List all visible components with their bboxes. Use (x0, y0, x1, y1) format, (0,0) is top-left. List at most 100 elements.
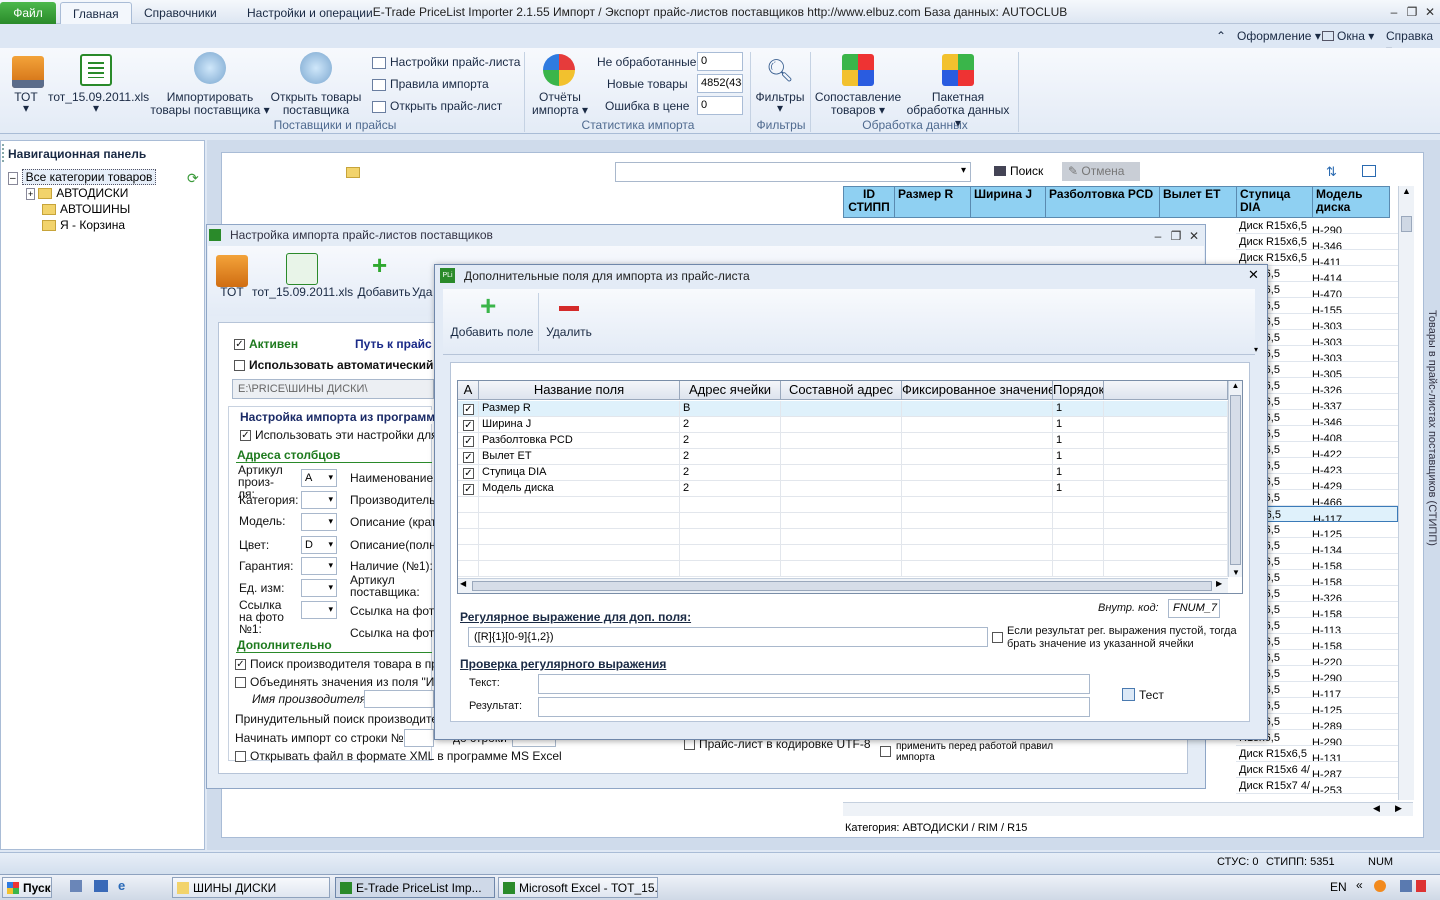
file-button[interactable]: тот_15.09.2011.xls (252, 286, 353, 299)
close-button[interactable]: ✕ (1422, 4, 1438, 20)
grid-row[interactable]: ✓ Вылет ET 2 1 (458, 449, 1228, 465)
scroll-down-icon[interactable]: ▼ (1229, 568, 1243, 577)
col-width-j[interactable]: Ширина J (970, 186, 1046, 218)
col-a[interactable]: A (458, 381, 479, 400)
grid-row[interactable]: ✓ Разболтовка PCD 2 1 (458, 433, 1228, 449)
table-row[interactable]: Диск R15x6,5 H-131 (1236, 746, 1398, 762)
grid-vertical-scrollbar[interactable]: ▲ ▼ (1228, 381, 1242, 577)
regex-field[interactable]: ([R]{1}[0-9]{1,2}) (468, 627, 988, 647)
grid-row[interactable] (458, 561, 1228, 577)
open-goods-button[interactable]: Открыть товары поставщика (268, 91, 364, 117)
add-field-button[interactable]: Добавить поле (449, 326, 535, 339)
search-combo[interactable]: ▾ (615, 162, 971, 182)
grid-row[interactable]: ✓ Ширина J2 1 (458, 417, 1228, 433)
use-these-checkbox[interactable]: ✓ Использовать эти настройки для в (240, 428, 447, 442)
table-row[interactable]: Диск R15x6,5 H-346 (1236, 234, 1398, 250)
collapse-icon[interactable]: – (8, 172, 18, 185)
active-checkbox[interactable]: ✓ Активен (234, 337, 298, 351)
desktop-icon[interactable] (94, 880, 108, 892)
cell-check[interactable]: ✓ (458, 449, 479, 465)
quicklaunch-icon[interactable] (70, 880, 82, 892)
cell-check[interactable]: ✓ (458, 433, 479, 449)
checkbox-checked[interactable]: ✓ (463, 467, 474, 479)
checkbox-checked[interactable]: ✓ (463, 483, 474, 495)
checkbox-checked[interactable]: ✓ (463, 435, 474, 447)
chevron-down-icon[interactable]: ▾ (961, 165, 966, 176)
col-et[interactable]: Вылет ET (1159, 186, 1237, 218)
cell-check[interactable] (458, 529, 479, 545)
path-field[interactable]: E:\PRICE\ШИНЫ ДИСКИ\ (232, 379, 434, 399)
tab-refs[interactable]: Справочники (132, 2, 229, 24)
horizontal-scrollbar[interactable]: ◀ ▶ (843, 802, 1413, 816)
col-dia[interactable]: Ступица DIA (1236, 186, 1313, 218)
use-auto-checkbox[interactable]: Использовать автоматический (234, 358, 433, 372)
delete-button[interactable]: Уда (412, 286, 432, 299)
cell-check[interactable]: ✓ (458, 417, 479, 433)
merge-values-checkbox[interactable]: Объединять значения из поля "Имя (235, 675, 449, 689)
unit-select[interactable]: ▾ (301, 579, 337, 597)
col-model[interactable]: Модель диска (1312, 186, 1390, 218)
cell-check[interactable] (458, 561, 479, 577)
cell-check[interactable]: ✓ (458, 481, 479, 497)
grid-row[interactable]: ✓ Ступица DIA 2 1 (458, 465, 1228, 481)
scroll-thumb[interactable] (1401, 216, 1412, 232)
col-size-r[interactable]: Размер R (894, 186, 971, 218)
scroll-left-icon[interactable]: ◀ (460, 579, 466, 588)
pricelist-settings-button[interactable]: Настройки прайс-листа (372, 55, 520, 69)
tree-item-cart[interactable]: Я - Корзина (42, 218, 125, 232)
checkbox-checked[interactable]: ✓ (463, 403, 474, 415)
maximize-button[interactable]: ❐ (1404, 4, 1420, 20)
ie-icon[interactable]: e (118, 878, 125, 893)
expand-icon[interactable]: + (26, 188, 36, 200)
col-id-stipp[interactable]: ID СТИПП (843, 186, 895, 218)
search-maker-checkbox[interactable]: ✓ Поиск производителя товара в прай (235, 657, 451, 671)
checkbox-checked[interactable]: ✓ (463, 451, 474, 463)
maximize-button[interactable]: ❐ (1168, 228, 1184, 244)
scroll-thumb[interactable] (1230, 395, 1241, 565)
dialog-close-icon[interactable]: ✕ (1248, 267, 1259, 283)
test-button[interactable]: Тест (1122, 688, 1164, 702)
category-select[interactable]: ▾ (301, 491, 337, 509)
minimize-button[interactable]: – (1386, 4, 1402, 20)
close-button[interactable]: ✕ (1186, 228, 1202, 244)
col-field-name[interactable]: Название поля (479, 381, 680, 400)
maker-name-field[interactable] (364, 690, 434, 708)
vertical-scrollbar[interactable]: ▲ (1398, 186, 1414, 800)
tree-item-autoshiny[interactable]: АВТОШИНЫ (42, 202, 130, 216)
table-row[interactable]: Диск R15x6,5 H-290 (1236, 218, 1398, 234)
table-row[interactable]: Диск R15x6 4/H-287 (1236, 762, 1398, 778)
start-button[interactable]: Пуск (2, 877, 52, 898)
language-indicator[interactable]: EN (1330, 880, 1347, 894)
cell-check[interactable] (458, 497, 479, 513)
folder-open-icon[interactable] (346, 165, 364, 179)
scroll-up-icon[interactable]: ▲ (1229, 381, 1242, 390)
export-icon[interactable]: ⇅ (1326, 164, 1337, 180)
photo-link-select[interactable]: ▾ (301, 601, 337, 619)
toolbar-overflow-icon[interactable]: ▾ (1254, 345, 1258, 354)
refresh-icon[interactable]: ⟳ (187, 170, 199, 187)
scroll-up-icon[interactable]: ▲ (1399, 186, 1414, 196)
filters-dropdown-icon[interactable]: ▾ (774, 102, 786, 115)
file-dropdown-icon[interactable]: ▾ (90, 102, 102, 115)
network-icon[interactable] (1400, 880, 1412, 892)
scroll-left-icon[interactable]: ◀ (1373, 803, 1380, 814)
grid-row[interactable] (458, 545, 1228, 561)
reports-button[interactable]: Отчёты импорта ▾ (528, 91, 592, 117)
tot-button[interactable] (10, 56, 46, 88)
tray-expand-icon[interactable]: « (1356, 878, 1363, 892)
taskbar-item-folder[interactable]: ШИНЫ ДИСКИ (172, 877, 330, 898)
scroll-thumb[interactable] (472, 581, 1212, 591)
taskbar-item-etrade[interactable]: E-Trade PriceList Imp... (335, 877, 495, 898)
taskbar-item-excel[interactable]: Microsoft Excel - ТОТ_15... (498, 877, 658, 898)
tree-item-all[interactable]: – Все категории товаров (8, 169, 157, 185)
minimize-button[interactable]: – (1150, 228, 1166, 244)
cancel-button[interactable]: ✎ Отмена (1062, 162, 1140, 181)
tot-dropdown-icon[interactable]: ▾ (20, 102, 32, 115)
grid-row[interactable] (458, 513, 1228, 529)
col-compound-address[interactable]: Составной адрес (781, 381, 902, 400)
col-pcd[interactable]: Разболтовка PCD (1045, 186, 1160, 218)
import-rules-button[interactable]: Правила импорта (372, 77, 489, 91)
tray-icon[interactable] (1374, 880, 1386, 892)
tab-main[interactable]: Главная (60, 2, 132, 24)
tot-button[interactable]: ТОТ (212, 286, 252, 299)
